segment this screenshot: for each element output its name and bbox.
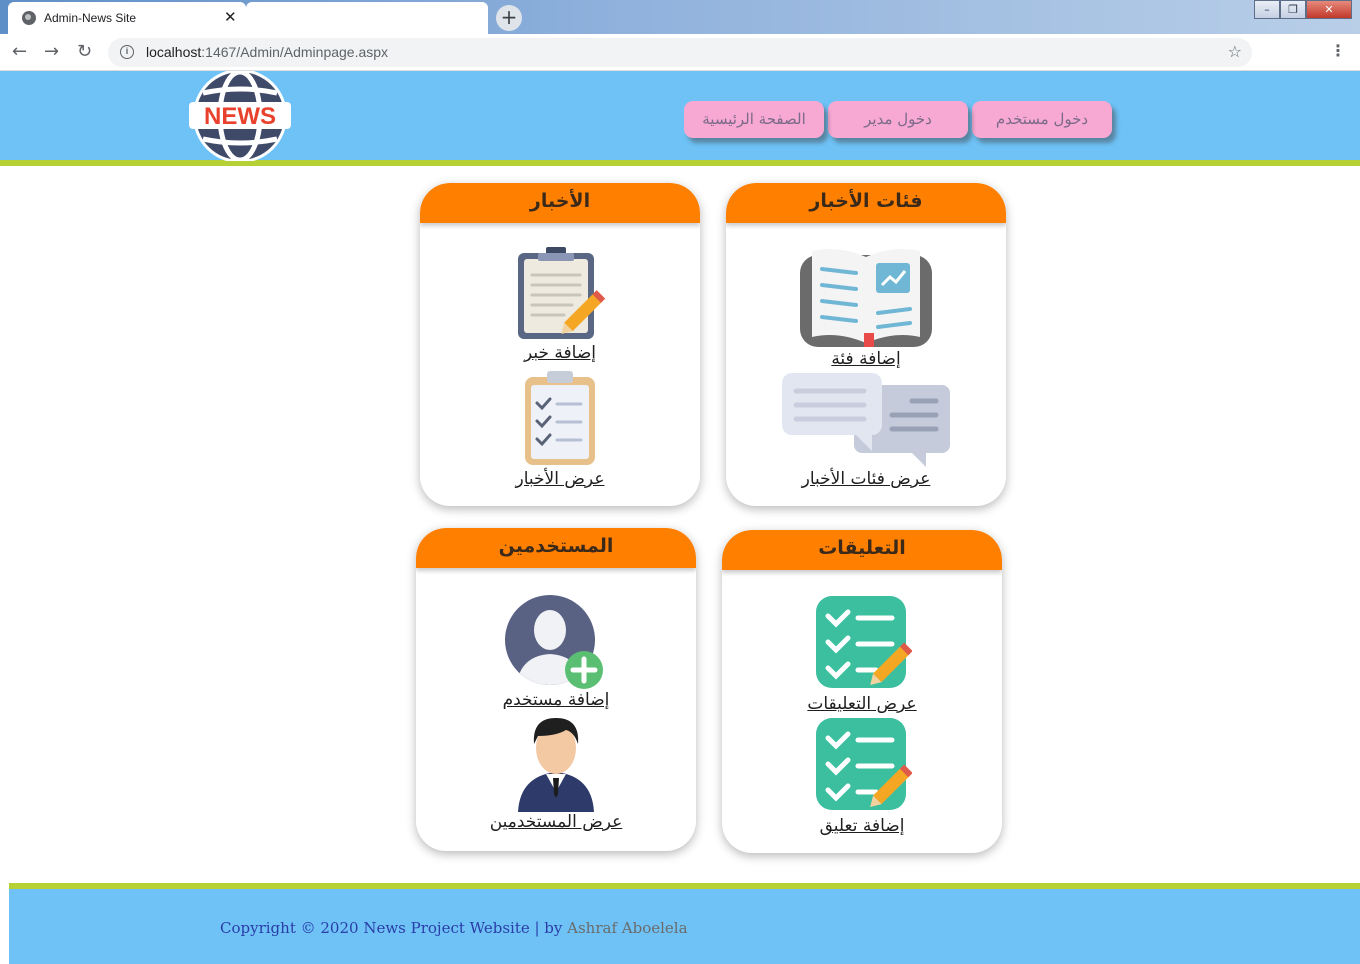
view-comments-link[interactable]: عرض التعليقات — [807, 694, 916, 714]
card-title: التعليقات — [722, 530, 1002, 570]
forward-arrow-icon[interactable]: → — [44, 40, 59, 64]
view-news-item[interactable]: عرض الأخبار — [420, 371, 700, 489]
user-login-button[interactable]: دخول مستخدم — [972, 101, 1112, 138]
minimize-button[interactable]: – — [1254, 0, 1280, 19]
add-comment-link[interactable]: إضافة تعليق — [820, 816, 905, 836]
browser-tab[interactable]: Admin-News Site ✕ — [8, 2, 246, 34]
browser-toolbar: ← → ↻ i localhost:1467/Admin/Adminpage.a… — [0, 34, 1360, 71]
main-nav: دخول مستخدم دخول مدير الصفحة الرئيسية — [684, 101, 1112, 139]
reload-icon[interactable]: ↻ — [77, 40, 92, 64]
businessman-icon — [518, 718, 594, 812]
window-controls: – ❐ ✕ — [1254, 0, 1352, 20]
chat-bubbles-icon — [782, 373, 950, 467]
tab-close-icon[interactable]: ✕ — [224, 8, 237, 26]
close-window-button[interactable]: ✕ — [1306, 0, 1352, 19]
add-news-link[interactable]: إضافة خبر — [524, 343, 596, 363]
add-user-icon — [505, 595, 603, 689]
url-path: :1467/Admin/Adminpage.aspx — [201, 44, 389, 60]
view-news-link[interactable]: عرض الأخبار — [516, 469, 605, 489]
open-book-icon — [800, 249, 932, 347]
new-tab-button[interactable]: + — [496, 5, 522, 31]
logo-text: NEWS — [204, 103, 276, 130]
globe-icon — [22, 11, 36, 25]
author-name: Ashraf Aboelela — [567, 919, 688, 937]
card-comments: التعليقات عرض التعليقات إضافة تعليق — [722, 530, 1002, 853]
bookmark-star-icon[interactable]: ☆ — [1228, 42, 1242, 61]
admin-login-button[interactable]: دخول مدير — [828, 101, 968, 138]
kebab-menu-icon[interactable]: ⋮ — [1330, 41, 1346, 60]
view-users-item[interactable]: عرض المستخدمين — [416, 714, 696, 832]
clipboard-pencil-icon — [518, 247, 606, 339]
card-news: الأخبار إضافة خبر عرض الأخبار — [420, 183, 700, 506]
tab-spacer — [246, 2, 488, 34]
add-comment-item[interactable]: إضافة تعليق — [722, 716, 1002, 836]
add-user-link[interactable]: إضافة مستخدم — [503, 690, 610, 710]
card-title: الأخبار — [420, 183, 700, 223]
url-text[interactable]: localhost:1467/Admin/Adminpage.aspx — [146, 44, 388, 60]
view-categories-item[interactable]: عرض فئات الأخبار — [726, 371, 1006, 489]
checklist-clipboard-icon — [525, 371, 595, 465]
news-logo[interactable]: NEWS — [189, 69, 291, 163]
add-category-item[interactable]: إضافة فئة — [726, 245, 1006, 369]
card-title: فئات الأخبار — [726, 183, 1006, 223]
back-arrow-icon[interactable]: ← — [12, 40, 27, 64]
browser-tabstrip: Admin-News Site ✕ + – ❐ ✕ — [0, 0, 1360, 34]
checklist-pencil-icon — [816, 596, 912, 688]
view-users-link[interactable]: عرض المستخدمين — [490, 812, 623, 832]
add-news-item[interactable]: إضافة خبر — [420, 247, 700, 363]
card-news-categories: فئات الأخبار إضافة فئة عرض فئات الأخبار — [726, 183, 1006, 506]
checklist-pencil-icon — [816, 718, 912, 810]
view-comments-item[interactable]: عرض التعليقات — [722, 594, 1002, 714]
view-categories-link[interactable]: عرض فئات الأخبار — [802, 469, 931, 489]
restore-button[interactable]: ❐ — [1280, 0, 1306, 19]
add-user-item[interactable]: إضافة مستخدم — [416, 594, 696, 710]
address-bar[interactable]: i localhost:1467/Admin/Adminpage.aspx ☆ — [108, 38, 1252, 67]
site-footer: Copyright © 2020 News Project Website | … — [9, 889, 1360, 964]
info-icon[interactable]: i — [120, 45, 134, 59]
copyright-label: Copyright © 2020 News Project Website | … — [220, 919, 568, 937]
card-users: المستخدمين إضافة مستخدم عرض المستخدمين — [416, 528, 696, 851]
card-title: المستخدمين — [416, 528, 696, 568]
tab-title: Admin-News Site — [44, 11, 137, 25]
home-page-button[interactable]: الصفحة الرئيسية — [684, 101, 824, 138]
add-category-link[interactable]: إضافة فئة — [831, 349, 900, 369]
url-host: localhost — [146, 44, 202, 60]
copyright-text: Copyright © 2020 News Project Website | … — [220, 919, 688, 937]
news-globe-icon: NEWS — [189, 69, 291, 163]
